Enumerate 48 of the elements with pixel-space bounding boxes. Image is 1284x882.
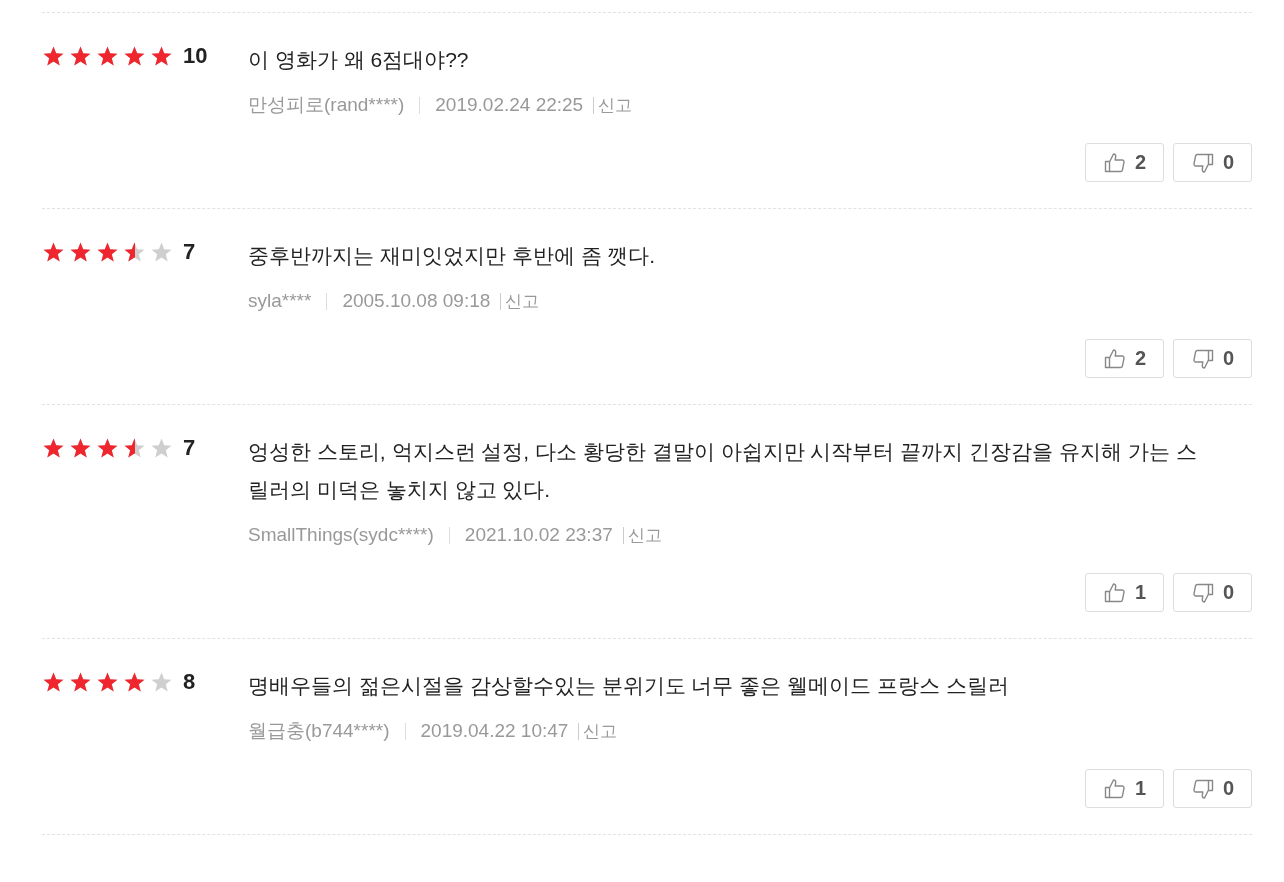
review-text: 이 영화가 왜 6점대야?? — [248, 47, 470, 73]
rating-score: 7 — [183, 238, 196, 266]
author-name: 만성피로(rand****) — [248, 93, 405, 117]
thumbs-up-icon — [1102, 150, 1127, 175]
review-date: 2019.04.22 10:47 — [420, 720, 569, 742]
star-icon — [69, 437, 92, 460]
like-button[interactable]: 2 — [1085, 339, 1164, 378]
star-icon — [150, 241, 173, 264]
review-text: 중후반까지는 재미잇었지만 후반에 좀 깻다. — [248, 243, 657, 269]
dislike-button[interactable]: 0 — [1173, 143, 1252, 182]
like-button[interactable]: 1 — [1085, 769, 1164, 808]
thumbs-up-icon — [1102, 776, 1127, 801]
star-icon — [69, 241, 92, 264]
star-icon — [42, 241, 65, 264]
review-text: 명배우들의 젊은시절을 감상할수있는 분위기도 너무 좋은 웰메이드 프랑스 스릴러 — [248, 673, 1010, 699]
star-icon — [150, 45, 173, 68]
rating-score: 7 — [183, 434, 196, 462]
star-icon — [123, 241, 146, 264]
dislike-button[interactable]: 0 — [1173, 339, 1252, 378]
star-icon — [96, 437, 119, 460]
dislike-button[interactable]: 0 — [1173, 573, 1252, 612]
star-icon — [69, 45, 92, 68]
thumbs-up-icon — [1102, 580, 1127, 605]
like-button[interactable]: 2 — [1085, 143, 1164, 182]
author-name: 월급충(b744****) — [248, 719, 390, 743]
rating-score: 8 — [183, 668, 196, 696]
like-button[interactable]: 1 — [1085, 573, 1164, 612]
star-icon — [42, 671, 65, 694]
star-icon — [42, 437, 65, 460]
star-icon — [96, 45, 119, 68]
star-icon — [96, 241, 119, 264]
author-name: SmallThings(sydc****) — [248, 524, 434, 546]
review-date: 2005.10.08 09:18 — [342, 290, 491, 312]
star-icon — [123, 45, 146, 68]
star-icon — [123, 671, 146, 694]
star-icon — [150, 671, 173, 694]
rating-score: 10 — [183, 42, 208, 70]
star-icon — [42, 45, 65, 68]
star-icon — [96, 671, 119, 694]
star-icon — [69, 671, 92, 694]
dislike-button[interactable]: 0 — [1173, 769, 1252, 808]
review-date: 2019.02.24 22:25 — [435, 94, 584, 116]
review-text: 엉성한 스토리, 억지스런 설정, 다소 황당한 결말이 아쉽지만 시작부터 끝까지 긴장감을 유지해 가는 스릴러의 미덕은 놓치지 않고 있다. — [248, 439, 1198, 503]
thumbs-up-icon — [1102, 346, 1127, 371]
star-icon — [150, 437, 173, 460]
star-icon — [123, 437, 146, 460]
review-date: 2021.10.02 23:37 — [464, 524, 613, 546]
author-name: syla**** — [248, 290, 312, 312]
